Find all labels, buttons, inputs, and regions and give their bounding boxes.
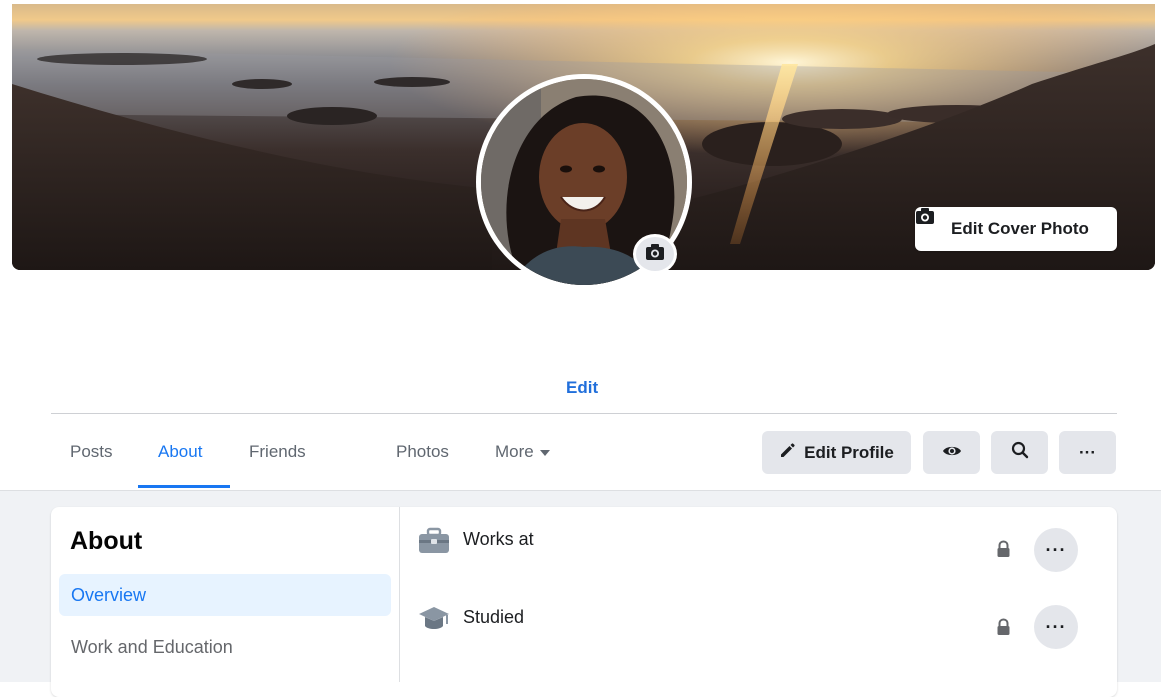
more-horizontal-icon: ··· — [1045, 616, 1067, 637]
studied-label: Studied — [463, 607, 525, 627]
view-as-button[interactable] — [923, 431, 980, 474]
more-horizontal-icon: ··· — [1045, 539, 1067, 560]
edit-bio-link[interactable]: Edit — [566, 378, 598, 398]
tab-more[interactable]: More — [495, 442, 550, 462]
edit-cover-photo-button[interactable]: Edit Cover Photo — [915, 207, 1117, 251]
lock-icon[interactable] — [996, 618, 1011, 641]
camera-icon — [645, 243, 665, 266]
search-icon — [1011, 441, 1029, 464]
update-profile-picture-button[interactable] — [633, 234, 677, 274]
eye-icon — [942, 443, 962, 463]
graduation-cap-icon — [418, 604, 450, 639]
pencil-icon — [779, 442, 796, 464]
edit-profile-label: Edit Profile — [804, 442, 894, 462]
about-column-divider — [399, 507, 400, 682]
divider — [51, 413, 1117, 414]
tab-friends[interactable]: Friends — [249, 442, 306, 462]
works-at-label: Works at — [463, 529, 534, 549]
tab-about[interactable]: About — [158, 442, 202, 462]
about-heading: About — [70, 527, 143, 555]
lock-icon[interactable] — [996, 540, 1011, 563]
studied-options-button[interactable]: ··· — [1034, 605, 1078, 649]
tab-more-label: More — [495, 442, 534, 461]
about-nav-overview[interactable]: Overview — [59, 574, 391, 616]
about-nav-work-and-education[interactable]: Work and Education — [59, 626, 391, 668]
caret-down-icon — [539, 449, 550, 456]
more-options-button[interactable]: ··· — [1059, 431, 1116, 474]
tab-posts[interactable]: Posts — [70, 442, 113, 462]
edit-cover-photo-label: Edit Cover Photo — [951, 219, 1089, 238]
search-profile-button[interactable] — [991, 431, 1048, 474]
active-tab-indicator — [138, 485, 230, 488]
tab-photos[interactable]: Photos — [396, 442, 449, 462]
edit-profile-button[interactable]: Edit Profile — [762, 431, 911, 474]
briefcase-icon — [418, 527, 450, 560]
works-at-options-button[interactable]: ··· — [1034, 528, 1078, 572]
more-horizontal-icon: ··· — [1079, 442, 1096, 462]
